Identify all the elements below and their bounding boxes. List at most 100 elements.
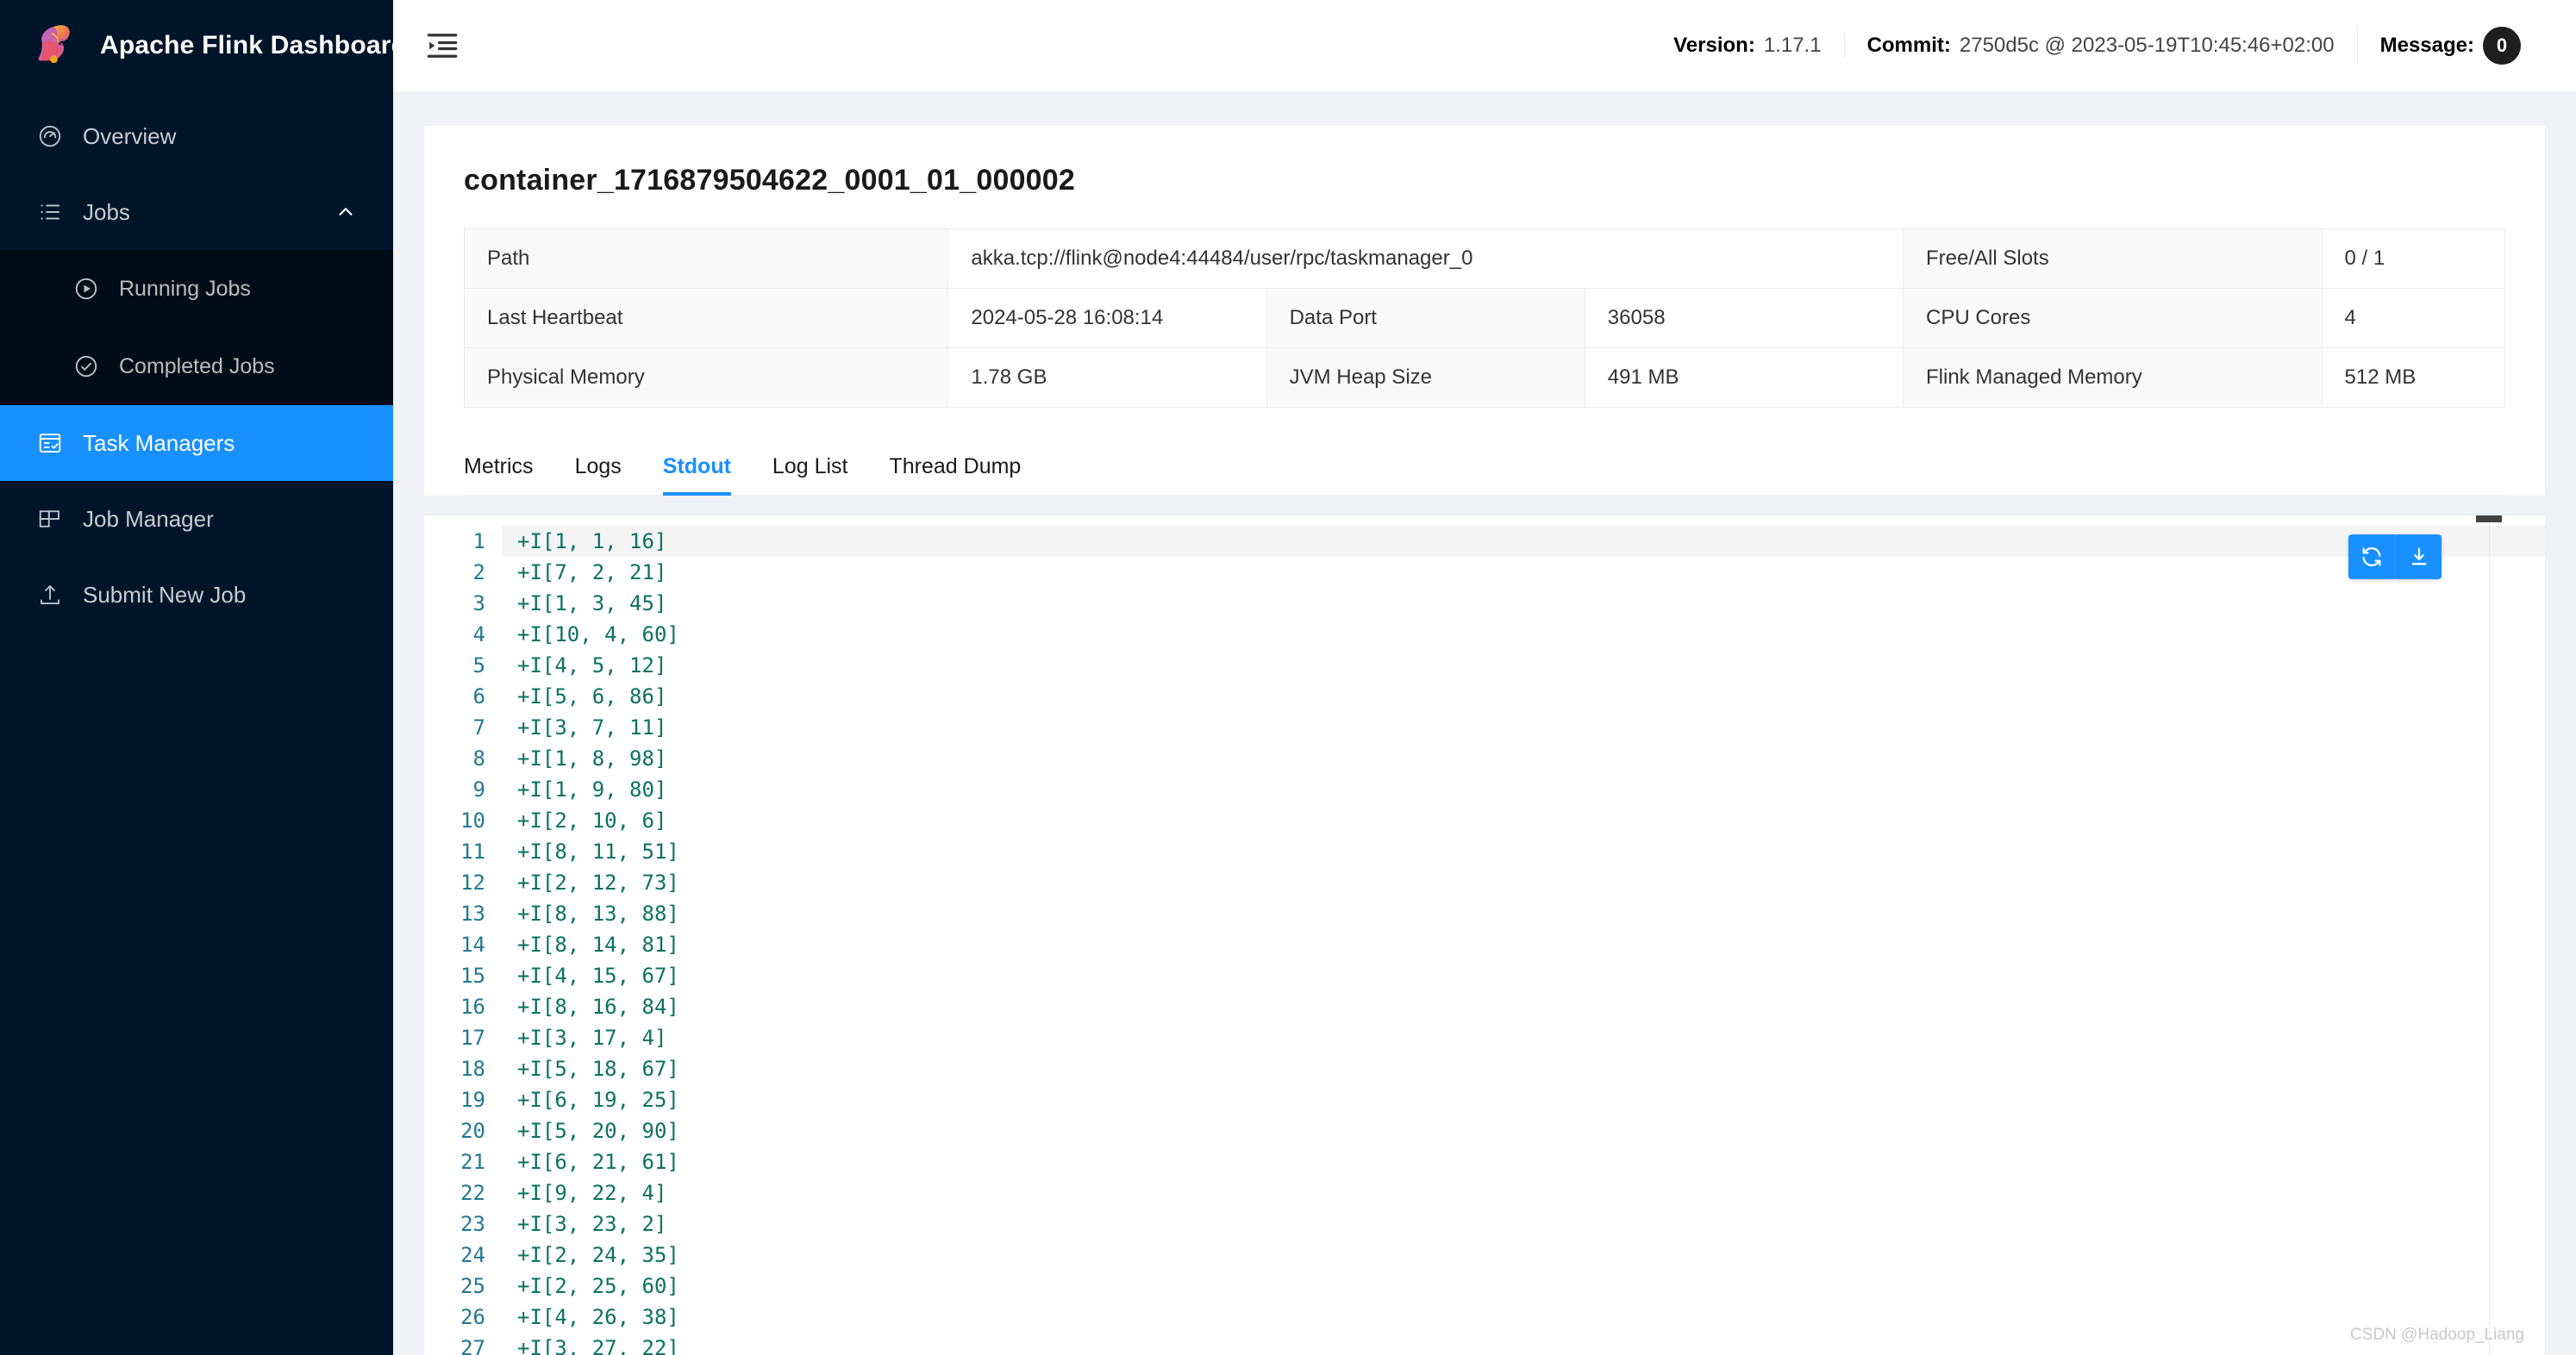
cell-last-heartbeat-label: Last Heartbeat <box>463 288 949 348</box>
line-number: 25 <box>460 1274 485 1298</box>
sidebar-item-task-managers[interactable]: Task Managers <box>0 405 393 481</box>
line-number: 14 <box>460 933 485 957</box>
log-line: +I[2, 24, 35] <box>517 1243 679 1267</box>
sidebar: Apache Flink Dashboard Overview Jobs Run… <box>0 0 407 1355</box>
cell-last-heartbeat-value: 2024-05-28 16:08:14 <box>947 288 1267 348</box>
sidebar-item-label: Completed Jobs <box>119 353 275 378</box>
line-number: 7 <box>472 715 485 740</box>
sidebar-item-completed-jobs[interactable]: Completed Jobs <box>0 328 393 405</box>
sidebar-item-label: Job Manager <box>83 505 214 532</box>
cell-free-all-slots-value: 0 / 1 <box>2321 228 2506 289</box>
sidebar-submenu-jobs: Running Jobs Completed Jobs <box>0 250 393 405</box>
log-line: +I[1, 1, 16] <box>502 526 2545 557</box>
log-actions <box>2348 534 2442 579</box>
cell-jvm-heap-size-label: JVM Heap Size <box>1266 347 1585 408</box>
commit-value: 2750d5c @ 2023-05-19T10:45:46+02:00 <box>1959 34 2335 57</box>
log-line: +I[8, 11, 51] <box>517 840 679 864</box>
sidebar-item-label: Running Jobs <box>119 276 251 301</box>
line-number: 12 <box>460 871 485 895</box>
line-number: 27 <box>460 1336 485 1355</box>
sidebar-item-jobs[interactable]: Jobs <box>0 174 393 250</box>
table-body: Path akka.tcp://flink@node4:44484/user/r… <box>463 228 2506 408</box>
code-area[interactable]: +I[1, 1, 16] +I[7, 2, 21] +I[1, 3, 45] +I[1… <box>502 515 2545 1355</box>
tab-stdout[interactable]: Stdout <box>642 439 752 496</box>
line-number: 1 <box>472 529 485 553</box>
message-group[interactable]: Message: 0 <box>2356 27 2543 65</box>
line-number: 16 <box>460 995 485 1019</box>
cell-jvm-heap-size-value: 491 MB <box>1584 347 1904 408</box>
line-number: 26 <box>460 1305 485 1329</box>
line-number: 4 <box>472 622 485 646</box>
tab-metrics[interactable]: Metrics <box>464 439 554 495</box>
sidebar-nav: Overview Jobs Running Jobs Completed Job… <box>0 91 393 1355</box>
log-line: +I[3, 23, 2] <box>517 1212 667 1236</box>
log-line: +I[7, 2, 21] <box>517 560 667 584</box>
log-line: +I[10, 4, 60] <box>517 622 679 646</box>
line-number: 6 <box>472 684 485 709</box>
cell-data-port-label: Data Port <box>1266 288 1585 348</box>
sidebar-item-job-manager[interactable]: Job Manager <box>0 481 393 557</box>
line-number: 21 <box>460 1150 485 1174</box>
log-line: +I[8, 13, 88] <box>517 902 679 926</box>
menu-fold-icon[interactable] <box>424 28 460 64</box>
check-circle-icon <box>72 353 100 380</box>
chevron-up-icon[interactable] <box>336 203 355 222</box>
tab-log-list[interactable]: Log List <box>752 439 869 495</box>
version-value: 1.17.1 <box>1763 34 1822 57</box>
log-line: +I[3, 17, 4] <box>517 1026 667 1050</box>
log-line: +I[6, 21, 61] <box>517 1150 679 1174</box>
line-number: 10 <box>460 809 485 833</box>
stdout-log-panel: 1 2 3 4 5 6 7 8 9 10 11 12 13 14 15 16 17 18 19 20 21 22 23 24 2… <box>424 515 2545 1355</box>
cell-physical-memory-value: 1.78 GB <box>947 347 1267 408</box>
vertical-scrollbar-track[interactable] <box>2489 515 2490 1355</box>
log-line: +I[2, 25, 60] <box>517 1274 679 1298</box>
detail-tabs: Metrics Logs Stdout Log List Thread Dump <box>464 439 2505 496</box>
taskmanager-info-table: Path akka.tcp://flink@node4:44484/user/r… <box>463 228 2506 408</box>
log-line: +I[8, 16, 84] <box>517 995 679 1019</box>
log-line: +I[9, 22, 4] <box>517 1181 667 1205</box>
line-number-gutter: 1 2 3 4 5 6 7 8 9 10 11 12 13 14 15 16 17 18 19 20 21 22 23 24 2… <box>424 515 502 1355</box>
log-line: +I[6, 19, 25] <box>517 1088 679 1112</box>
line-number: 8 <box>472 746 485 771</box>
sidebar-item-label: Submit New Job <box>83 581 247 608</box>
commit-group: Commit: 2750d5c @ 2023-05-19T10:45:46+02… <box>1843 34 2357 58</box>
cell-cpu-cores-label: CPU Cores <box>1903 288 2323 348</box>
table-row: Last Heartbeat 2024-05-28 16:08:14 Data … <box>463 288 2506 348</box>
sidebar-item-submit-new-job[interactable]: Submit New Job <box>0 557 393 633</box>
list-icon <box>36 198 64 226</box>
line-number: 18 <box>460 1057 485 1081</box>
log-line: +I[1, 8, 98] <box>517 746 667 771</box>
commit-label: Commit: <box>1866 34 1951 57</box>
taskmanager-card: container_1716879504622_0001_01_000002 P… <box>424 126 2545 496</box>
main-area: Version: 1.17.1 Commit: 2750d5c @ 2023-0… <box>393 0 2576 1355</box>
line-number: 11 <box>460 840 485 864</box>
line-number: 5 <box>472 653 485 678</box>
sidebar-item-label: Task Managers <box>83 429 235 456</box>
app-root: Apache Flink Dashboard Overview Jobs Run… <box>0 0 2576 1355</box>
line-number: 3 <box>472 591 485 615</box>
tab-thread-dump[interactable]: Thread Dump <box>868 439 1041 495</box>
tab-logs[interactable]: Logs <box>554 439 642 495</box>
log-line: +I[5, 20, 90] <box>517 1119 679 1143</box>
sidebar-item-label: Jobs <box>83 198 130 225</box>
dashboard-icon <box>36 122 64 150</box>
log-line: +I[8, 14, 81] <box>517 933 679 957</box>
log-line: +I[3, 7, 11] <box>517 715 667 740</box>
refresh-icon <box>2360 545 2384 569</box>
vertical-scrollbar-thumb[interactable] <box>2476 515 2502 522</box>
log-line: +I[4, 26, 38] <box>517 1305 679 1329</box>
flink-squirrel-logo-icon <box>33 22 81 70</box>
sidebar-item-running-jobs[interactable]: Running Jobs <box>0 250 393 328</box>
message-count-badge[interactable]: 0 <box>2483 27 2521 65</box>
sidebar-item-overview[interactable]: Overview <box>0 98 393 174</box>
download-icon <box>2407 545 2431 569</box>
cell-physical-memory-label: Physical Memory <box>463 347 949 408</box>
line-number: 22 <box>460 1181 485 1205</box>
top-bar-meta: Version: 1.17.1 Commit: 2750d5c @ 2023-0… <box>1673 27 2543 65</box>
refresh-button[interactable] <box>2348 534 2395 579</box>
line-number: 17 <box>460 1026 485 1050</box>
line-number: 20 <box>460 1119 485 1143</box>
download-button[interactable] <box>2395 534 2442 579</box>
line-number: 13 <box>460 902 485 926</box>
log-line: +I[3, 27, 22] <box>517 1336 679 1355</box>
